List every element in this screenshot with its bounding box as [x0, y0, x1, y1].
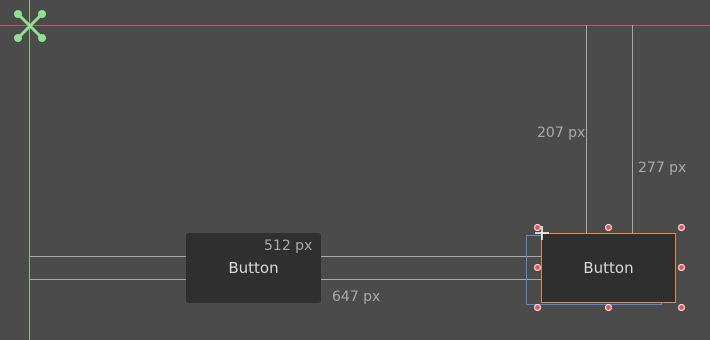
resize-handle-bottom-right[interactable]	[678, 304, 685, 311]
resize-handle-top-left[interactable]	[534, 224, 541, 231]
resize-handle-top[interactable]	[605, 224, 612, 231]
resize-handle-bottom[interactable]	[605, 304, 612, 311]
resize-handle-top-right[interactable]	[678, 224, 685, 231]
button-label: Button	[228, 259, 279, 277]
origin-y-axis	[29, 0, 30, 340]
measurement-512: 512 px	[264, 238, 313, 254]
resize-handle-bottom-left[interactable]	[534, 304, 541, 311]
guide-vertical-1	[586, 25, 587, 233]
origin-x-axis	[0, 25, 710, 26]
selection-outline	[541, 233, 676, 303]
measurement-207: 207 px	[537, 125, 586, 141]
resize-handle-left[interactable]	[534, 264, 541, 271]
measurement-277: 277 px	[638, 160, 687, 176]
measurement-647: 647 px	[332, 289, 381, 305]
resize-handle-right[interactable]	[678, 264, 685, 271]
anchor-preset-icon[interactable]	[12, 8, 48, 44]
